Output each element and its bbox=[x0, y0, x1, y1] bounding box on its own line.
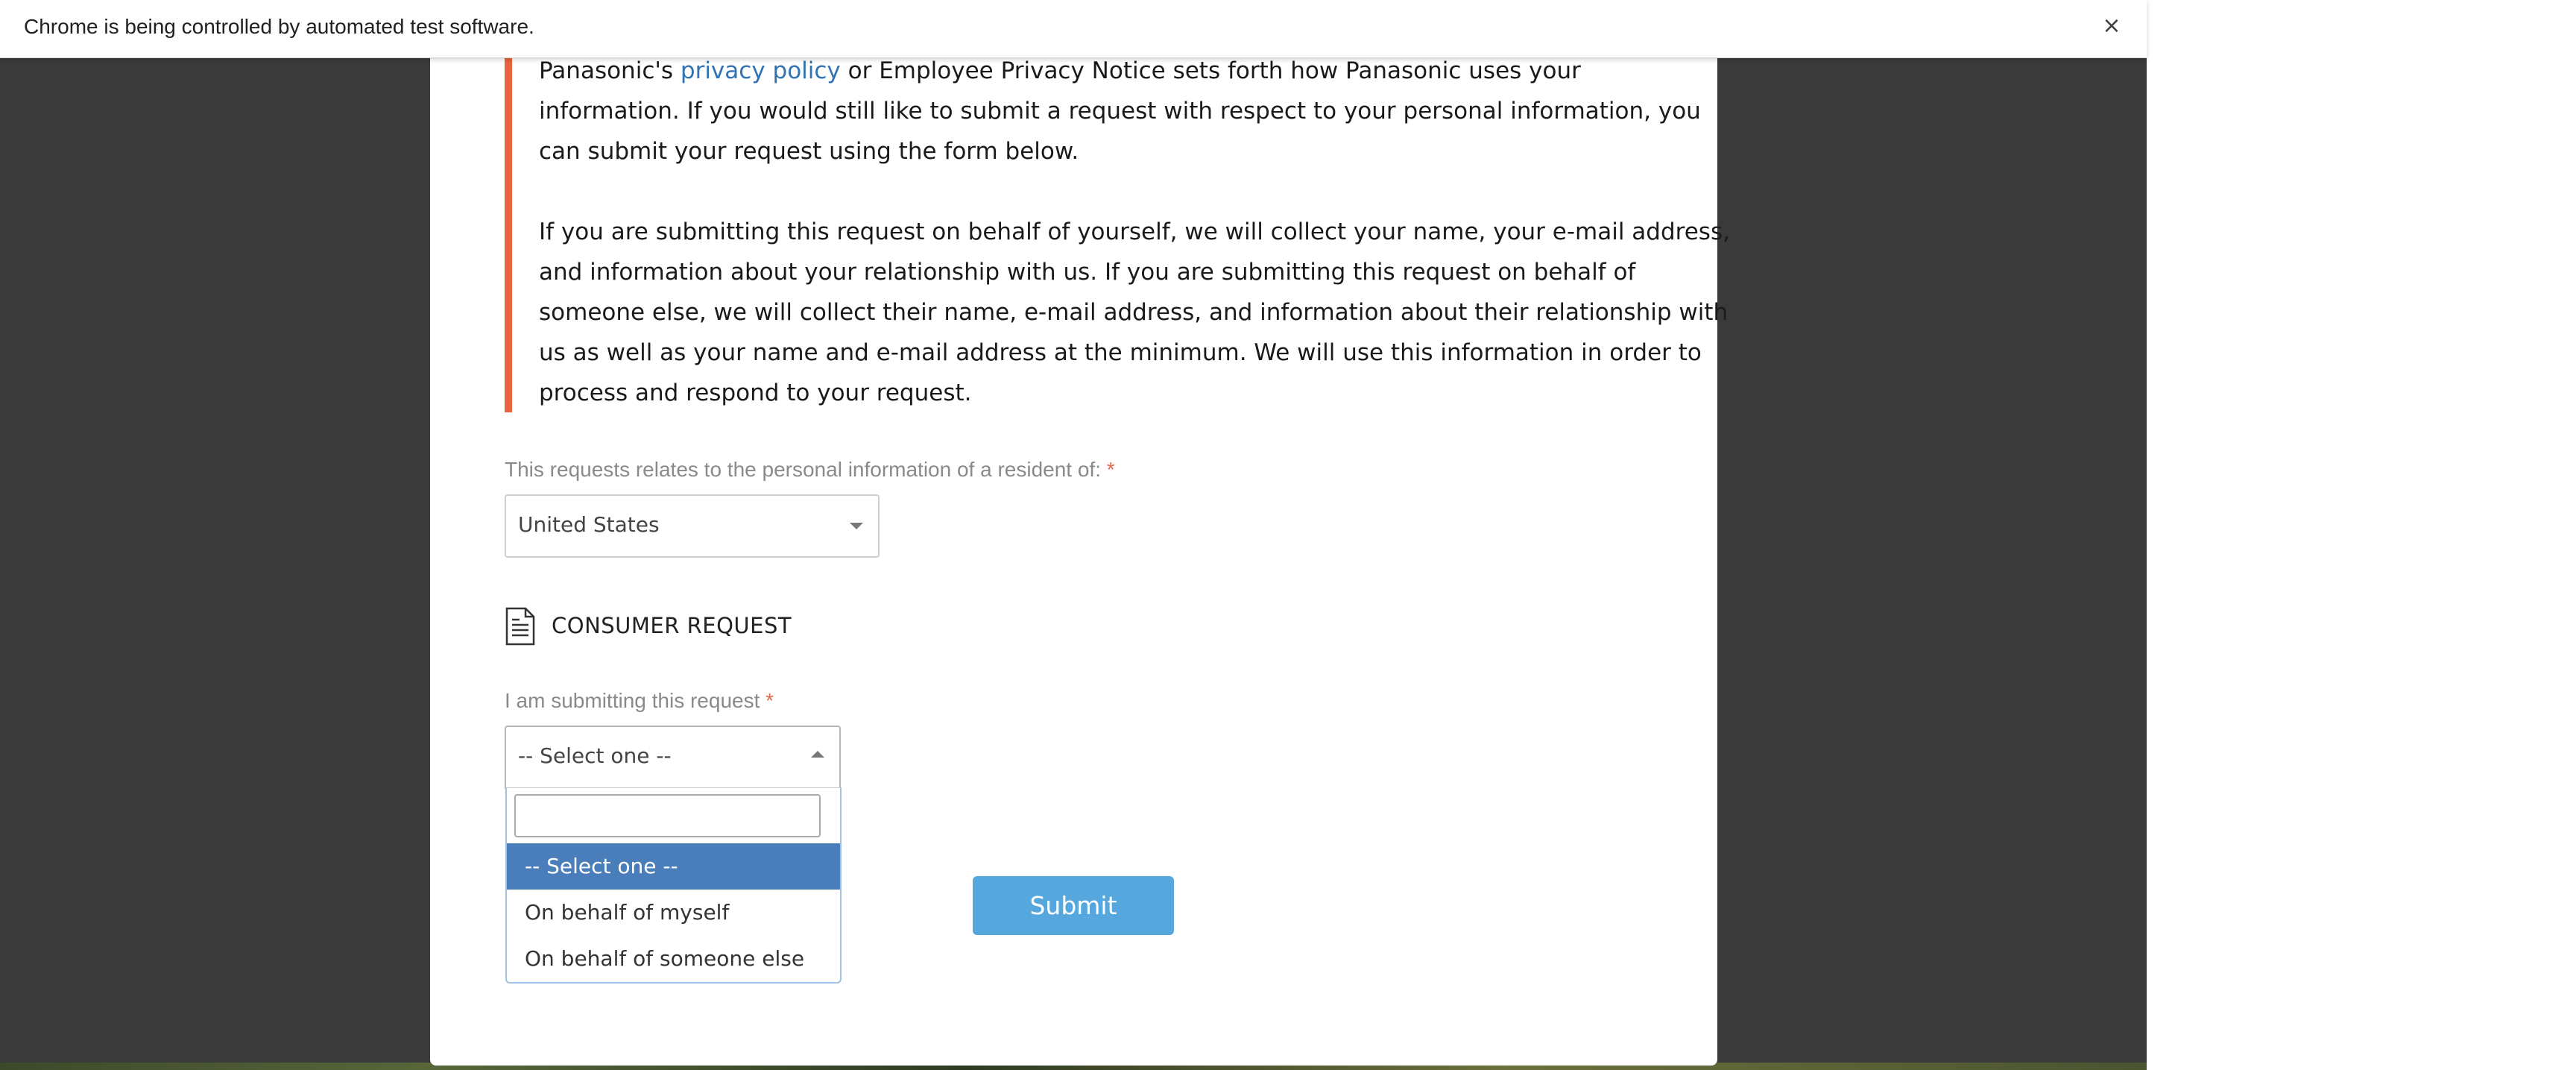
automation-infobar: Chrome is being controlled by automated … bbox=[0, 0, 2147, 58]
infobar-message: Chrome is being controlled by automated … bbox=[24, 15, 534, 38]
notice-line-3: can submit your request using the form b… bbox=[539, 138, 1079, 165]
request-type-dropdown: -- Select one -- On behalf of myself On … bbox=[505, 787, 842, 984]
request-label-text: I am submitting this request bbox=[505, 689, 760, 712]
submit-button[interactable]: Submit bbox=[973, 876, 1174, 935]
notice-text: Panasonic's bbox=[539, 57, 681, 84]
document-icon bbox=[505, 607, 535, 646]
required-marker: * bbox=[765, 689, 774, 712]
residency-label-text: This requests relates to the personal in… bbox=[505, 458, 1101, 481]
dropdown-search-input[interactable] bbox=[514, 794, 821, 837]
notice-para2-line-5: process and respond to your request. bbox=[539, 380, 972, 406]
chevron-down-icon bbox=[850, 523, 863, 529]
required-marker: * bbox=[1106, 458, 1115, 481]
notice-para2-line-1: If you are submitting this request on be… bbox=[539, 218, 1730, 245]
privacy-policy-link[interactable]: privacy policy bbox=[681, 57, 841, 84]
notice-text: or Employee Privacy Notice sets forth ho… bbox=[840, 57, 1581, 84]
notice-para2-line-2: and information about your relationship … bbox=[539, 259, 1636, 286]
dropdown-option-someone-else[interactable]: On behalf of someone else bbox=[507, 936, 840, 982]
request-select-value: -- Select one -- bbox=[518, 743, 672, 768]
notice-para2-line-3: someone else, we will collect their name… bbox=[539, 299, 1729, 326]
country-select[interactable]: United States bbox=[505, 494, 880, 558]
notice-line-2: information. If you would still like to … bbox=[539, 98, 1701, 125]
dropdown-option-select-one[interactable]: -- Select one -- bbox=[507, 843, 840, 890]
dropdown-option-myself[interactable]: On behalf of myself bbox=[507, 890, 840, 936]
section-title: CONSUMER REQUEST bbox=[552, 613, 792, 638]
window-blank-area bbox=[2147, 0, 2576, 1070]
request-label: I am submitting this request * bbox=[505, 689, 774, 713]
request-type-select[interactable]: -- Select one -- bbox=[505, 726, 841, 789]
notice-accent-bar bbox=[505, 45, 512, 412]
close-icon[interactable]: × bbox=[2096, 10, 2127, 42]
country-select-value: United States bbox=[518, 512, 660, 537]
notice-para2-line-4: us as well as your name and e-mail addre… bbox=[539, 339, 1702, 366]
residency-label: This requests relates to the personal in… bbox=[505, 458, 1115, 482]
chevron-up-icon bbox=[811, 751, 824, 758]
